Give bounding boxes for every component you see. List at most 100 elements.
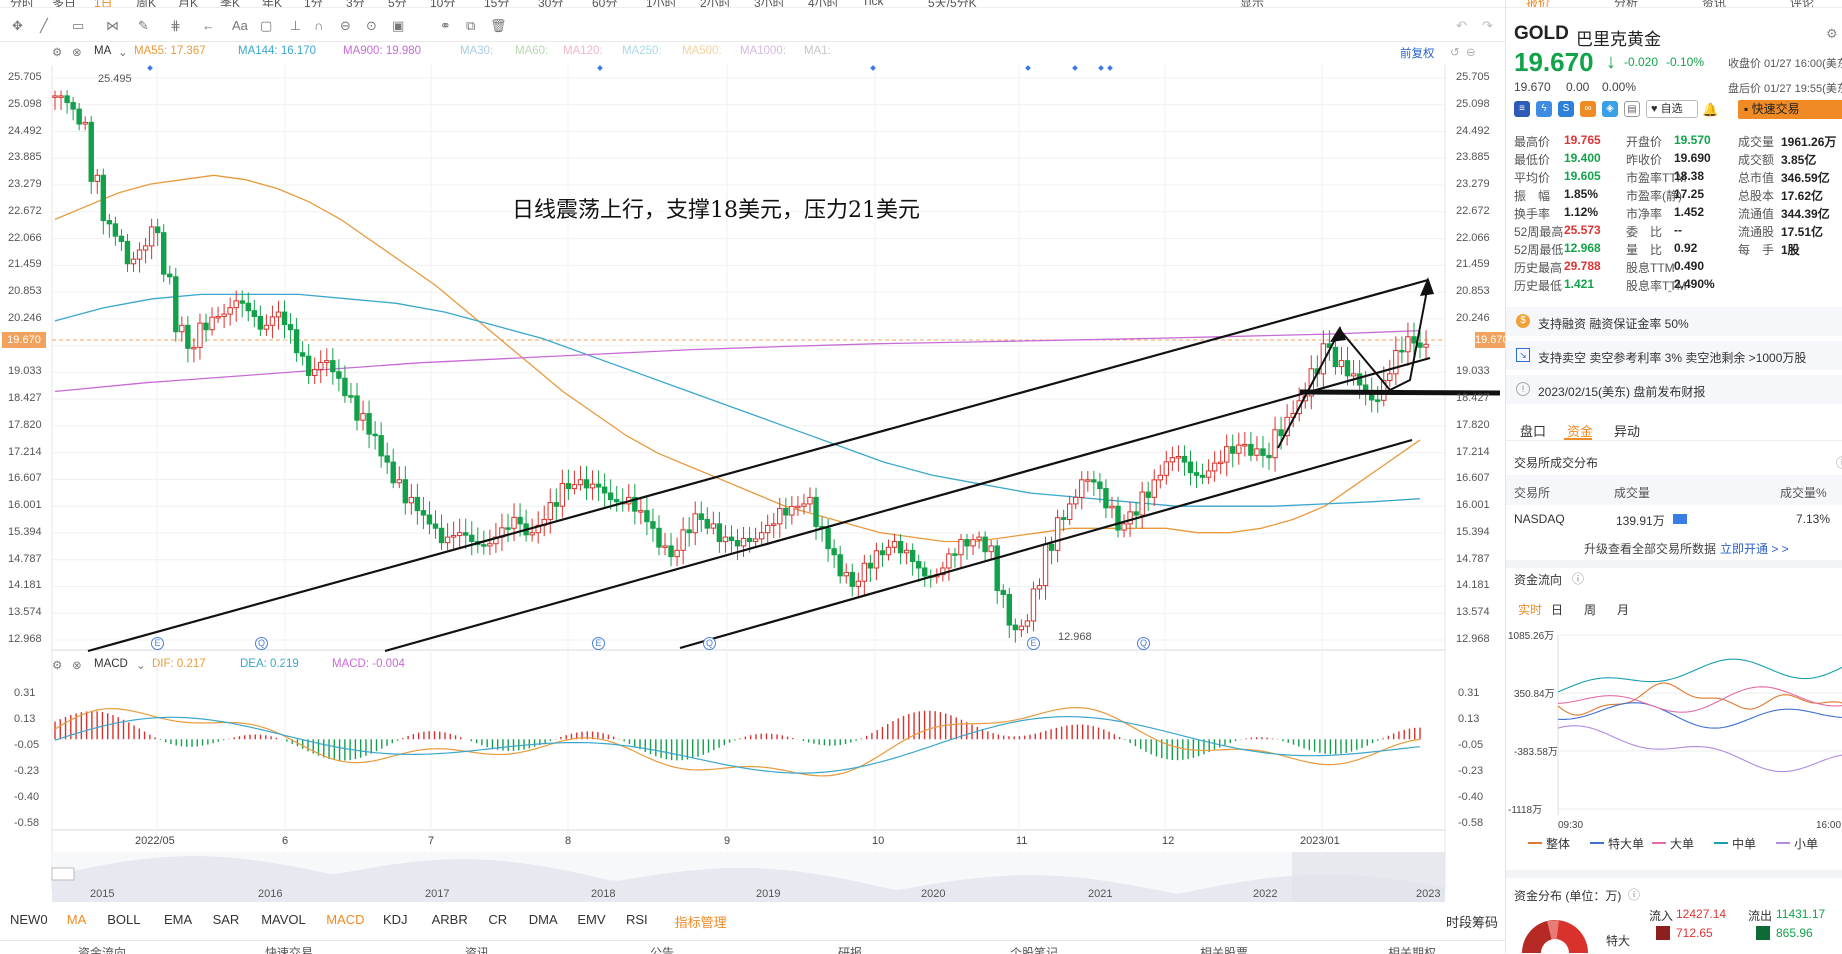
candle xyxy=(1018,625,1025,631)
event-marker[interactable]: Q xyxy=(255,637,268,650)
stat-label: 总股本 xyxy=(1738,189,1775,203)
add-watchlist-button[interactable]: ♥ 自选 xyxy=(1646,100,1698,118)
candle xyxy=(1193,472,1200,476)
event-marker[interactable]: Q xyxy=(703,637,716,650)
bottom-right-tab[interactable]: 时段 xyxy=(1446,912,1472,931)
legend-swatch xyxy=(1776,842,1790,844)
candle xyxy=(487,543,493,547)
link-icon[interactable]: ∞ xyxy=(1580,101,1596,117)
indicator-tab[interactable]: ARBR xyxy=(432,912,468,927)
section-tab[interactable]: 异动 xyxy=(1614,421,1640,440)
indicator-tab[interactable]: SAR xyxy=(213,912,240,927)
more-icon[interactable]: ⚙ xyxy=(1826,26,1838,42)
event-marker[interactable]: E xyxy=(592,637,605,650)
candle xyxy=(571,484,578,490)
y-tick-left: 24.492 xyxy=(8,124,42,137)
indicator-tab[interactable]: DMA xyxy=(529,912,558,927)
stat-value: 1.421 xyxy=(1564,277,1595,291)
candle xyxy=(432,523,439,529)
y-tick-right: 15.394 xyxy=(1456,525,1490,538)
quote-tab[interactable]: 评论 xyxy=(1790,0,1814,7)
event-marker[interactable]: E xyxy=(151,637,164,650)
flow-tab[interactable]: 周 xyxy=(1584,601,1596,618)
candle xyxy=(469,534,475,543)
flow-tab[interactable]: 日 xyxy=(1551,601,1563,618)
tag-icon[interactable]: ◈ xyxy=(1602,101,1618,117)
us-flag-icon[interactable]: ≡ xyxy=(1514,101,1530,117)
indicator-tab[interactable]: RSI xyxy=(626,912,648,927)
margin-icon: $ xyxy=(1516,314,1530,328)
indicator-tab[interactable]: BOLL xyxy=(107,912,140,927)
dividend-marker[interactable] xyxy=(1025,65,1031,71)
dividend-marker[interactable] xyxy=(1107,65,1113,71)
stat-label: 开盘价 xyxy=(1626,135,1663,149)
y-tick-left: 14.787 xyxy=(8,552,42,565)
dividend-marker[interactable] xyxy=(597,65,603,71)
candle xyxy=(438,527,445,544)
candle xyxy=(70,102,76,110)
candle xyxy=(444,536,451,544)
short-icon: ↘ xyxy=(1516,348,1530,362)
price-chart[interactable] xyxy=(0,0,1505,908)
zigzag-arrow[interactable] xyxy=(1277,284,1429,449)
y-tick-left: 19.033 xyxy=(8,365,42,378)
candle xyxy=(595,483,602,488)
section-tab[interactable]: 盘口 xyxy=(1520,421,1546,440)
stat-label: 流通股 xyxy=(1738,225,1775,239)
timeline-year: 2022 xyxy=(1253,888,1278,900)
exchange-pct: 7.13% xyxy=(1796,512,1831,526)
event-marker[interactable]: Q xyxy=(1137,637,1150,650)
candle xyxy=(366,413,372,435)
trend-channel-line[interactable] xyxy=(384,356,1431,653)
indicator-tab[interactable]: EMV xyxy=(577,912,605,927)
indicator-tab[interactable]: NEW0 xyxy=(10,912,48,927)
earnings-row[interactable]: ! 2023/02/15(美东) 盘前发布财报 xyxy=(1506,375,1842,405)
candle xyxy=(203,322,209,331)
fund-dist-info-icon[interactable]: ⓘ xyxy=(1628,886,1640,903)
candle xyxy=(813,496,819,527)
quote-tab[interactable]: 资讯 xyxy=(1702,0,1726,7)
candle xyxy=(1405,336,1411,353)
outflow-label: 流出 xyxy=(1748,909,1773,923)
trend-channel-line[interactable] xyxy=(679,438,1413,650)
indicator-tab[interactable]: KDJ xyxy=(383,912,408,927)
upgrade-link[interactable]: 立即开通 > > xyxy=(1720,540,1789,557)
bottom-right-tab[interactable]: 筹码 xyxy=(1472,912,1498,931)
info-icon: ! xyxy=(1516,382,1530,396)
alert-bell-icon[interactable]: 🔔 xyxy=(1702,102,1718,118)
quote-tab[interactable]: 分析 xyxy=(1614,0,1638,7)
fund-flow-info-icon[interactable]: ⓘ xyxy=(1572,570,1584,587)
indicator-tab[interactable]: CR xyxy=(488,912,507,927)
indicator-tab[interactable]: 指标管理 xyxy=(675,912,727,931)
timeline-handle[interactable] xyxy=(51,867,75,881)
exchange-info-icon[interactable]: ⓘ xyxy=(1836,454,1842,471)
stat-label: 52周最高 xyxy=(1514,225,1564,239)
candle xyxy=(1260,448,1266,456)
indicator-tab[interactable]: MAVOL xyxy=(261,912,306,927)
macd-y-tick-right: -0.58 xyxy=(1458,817,1484,829)
event-marker[interactable]: E xyxy=(1027,637,1040,650)
candle xyxy=(861,562,868,582)
collapse-chevron-icon[interactable]: ⌃ xyxy=(1666,289,1674,300)
indicator-tab[interactable]: EMA xyxy=(164,912,192,927)
candle xyxy=(215,315,221,319)
candle xyxy=(136,249,143,260)
note-icon[interactable]: ▤ xyxy=(1624,101,1640,117)
flow-tab[interactable]: 实时 xyxy=(1518,601,1542,618)
candle xyxy=(1097,481,1103,490)
candle xyxy=(831,548,837,556)
options-icon[interactable]: ϟ xyxy=(1536,101,1552,117)
indicator-tab[interactable]: MA xyxy=(67,912,87,927)
dividend-marker[interactable] xyxy=(1072,65,1078,71)
dividend-marker[interactable] xyxy=(147,65,153,71)
indicator-tab[interactable]: MACD xyxy=(326,912,364,927)
quick-trade-button[interactable]: ▪ 快速交易 xyxy=(1738,100,1842,119)
candle xyxy=(1187,461,1194,474)
candle xyxy=(450,535,457,538)
s-badge-icon[interactable]: S xyxy=(1558,101,1574,117)
flow-tab[interactable]: 月 xyxy=(1617,601,1629,618)
dividend-marker[interactable] xyxy=(1098,65,1104,71)
quote-tab[interactable]: 报价 xyxy=(1526,0,1550,7)
stat-label: 历史最低 xyxy=(1514,279,1563,293)
candle xyxy=(1278,429,1284,437)
